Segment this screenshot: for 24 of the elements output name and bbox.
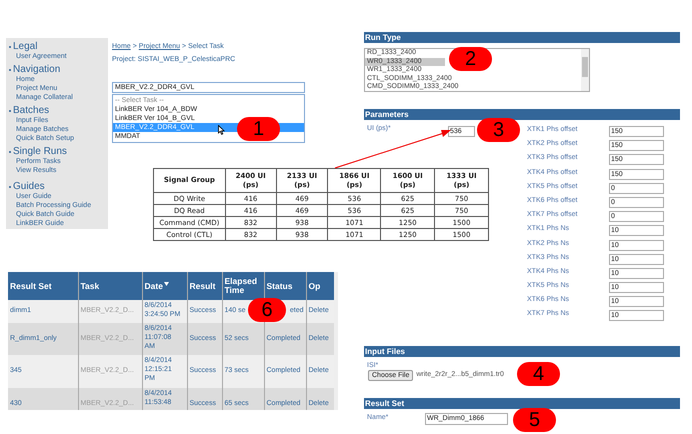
section-header: Run Type [364, 32, 680, 43]
column-header[interactable]: Date [142, 272, 187, 300]
scrollbar[interactable] [581, 49, 589, 91]
number-callout: 3 [477, 118, 520, 142]
number-callout: 4 [517, 362, 560, 386]
number-callout: 5 [513, 408, 556, 432]
sidebar-heading: Single Runs [13, 146, 67, 157]
sidebar-heading: Legal [13, 41, 38, 52]
sidebar-heading: Navigation [13, 64, 60, 75]
section-header: Result Set [364, 398, 680, 409]
mouse-cursor-icon [218, 125, 225, 135]
sidebar-heading: Batches [13, 105, 50, 116]
column-header[interactable]: Result [187, 272, 222, 300]
column-header[interactable]: Status [264, 272, 306, 300]
section-header: Parameters [364, 109, 680, 120]
number-callout: 2 [449, 47, 492, 71]
scrollbar[interactable] [334, 272, 338, 410]
column-header[interactable]: Elapsed Time [222, 272, 264, 300]
column-header[interactable]: Op [306, 272, 334, 300]
section-header: Input Files [364, 346, 680, 357]
number-callout: 1 [237, 117, 280, 141]
sidebar-heading: Guides [13, 181, 45, 192]
column-header[interactable]: Result Set [8, 272, 78, 300]
column-header[interactable]: Task [78, 272, 142, 300]
